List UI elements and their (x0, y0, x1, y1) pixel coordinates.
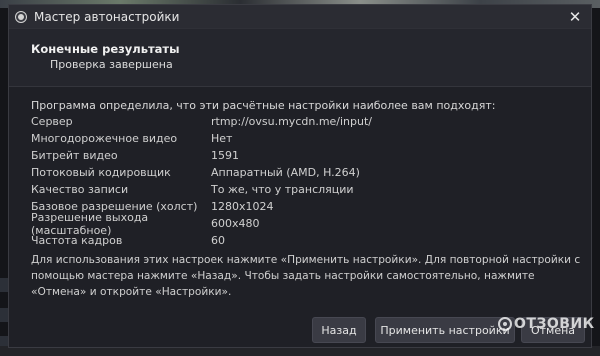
close-icon[interactable]: ✕ (565, 7, 585, 27)
setting-value: 600x480 (211, 217, 260, 230)
setting-label: Потоковый кодировщик (31, 166, 171, 179)
setting-value: То же, что у трансляции (211, 183, 354, 196)
page-subtitle: Проверка завершена (50, 58, 173, 71)
dialog-titlebar[interactable]: Мастер автонастройки ✕ (9, 5, 591, 29)
instructions-text: Для использования этих настроек нажмите … (31, 254, 581, 298)
setting-label: Сервер (31, 115, 73, 128)
watermark: ОТЗОВИК (498, 316, 595, 332)
setting-label: Частота кадров (31, 234, 123, 247)
settings-row: Многодорожечное видео Нет (31, 130, 551, 147)
settings-table: Сервер rtmp://ovsu.mycdn.me/input/ Много… (31, 113, 551, 249)
setting-label: Битрейт видео (31, 149, 118, 162)
setting-value: rtmp://ovsu.mycdn.me/input/ (211, 115, 373, 128)
results-header: Конечные результаты Проверка завершена (9, 29, 591, 87)
back-button[interactable]: Назад (312, 317, 366, 343)
setting-value: Аппаратный (AMD, H.264) (211, 166, 360, 179)
settings-row: Битрейт видео 1591 (31, 147, 551, 164)
intro-text: Программа определила, что эти расчётные … (31, 99, 496, 112)
background-right-panel (592, 8, 600, 356)
page-title: Конечные результаты (31, 42, 180, 56)
obs-logo-icon (15, 10, 27, 23)
setting-value: 60 (211, 234, 225, 247)
setting-label: Многодорожечное видео (31, 132, 178, 145)
settings-row: Сервер rtmp://ovsu.mycdn.me/input/ (31, 113, 551, 130)
setting-label: Качество записи (31, 183, 129, 196)
setting-value: 1591 (211, 149, 239, 162)
apply-settings-button[interactable]: Применить настройки (375, 317, 515, 343)
settings-row: Потоковый кодировщик Аппаратный (AMD, H.… (31, 164, 551, 181)
setting-value: 1280x1024 (211, 200, 274, 213)
dialog-title: Мастер автонастройки (34, 9, 180, 24)
setting-value: Нет (211, 132, 233, 145)
settings-row: Качество записи То же, что у трансляции (31, 181, 551, 198)
settings-row: Разрешение выхода (масштабное) 600x480 (31, 211, 551, 237)
background-left-panel (0, 8, 8, 356)
screen: Мастер автонастройки ✕ Конечные результа… (0, 0, 600, 356)
auto-config-dialog: Мастер автонастройки ✕ Конечные результа… (8, 4, 592, 348)
setting-label: Разрешение выхода (масштабное) (31, 210, 149, 237)
background-panel-item (0, 278, 8, 292)
watermark-text: ОТЗОВИК (514, 316, 595, 332)
watermark-logo-icon (498, 317, 512, 331)
settings-row: Частота кадров 60 (31, 232, 551, 249)
background-panel-item (0, 308, 8, 322)
